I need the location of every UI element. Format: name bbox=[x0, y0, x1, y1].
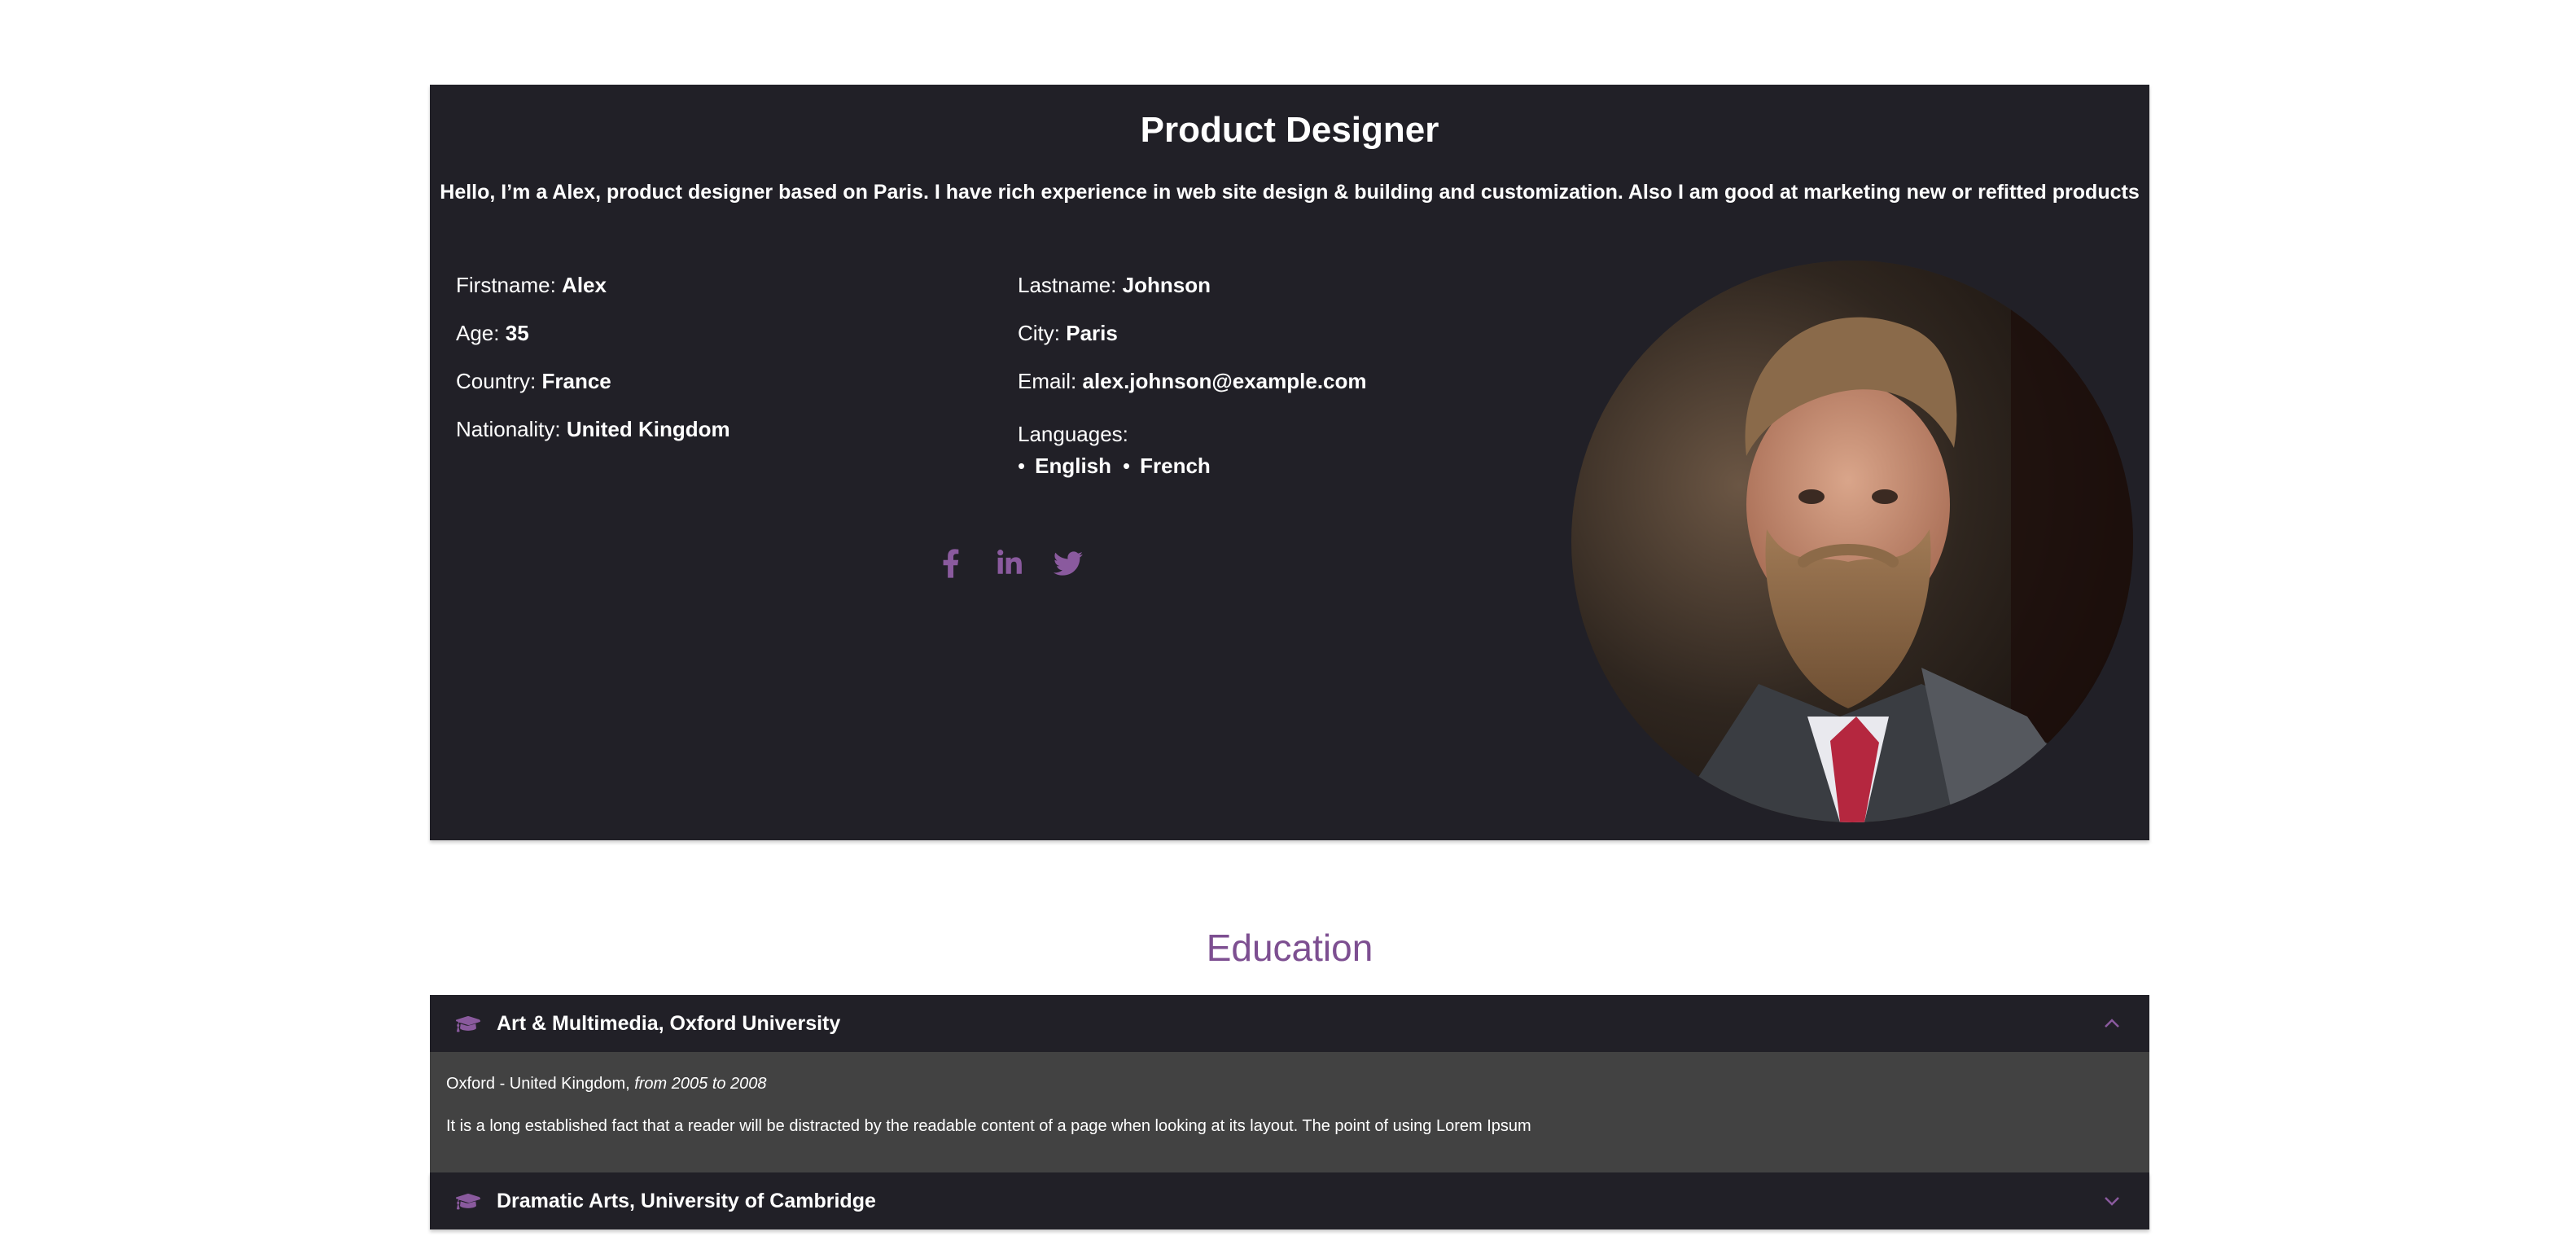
country-value: France bbox=[541, 369, 611, 393]
education-item-location-row: Oxford - United Kingdom, from 2005 to 20… bbox=[446, 1072, 2133, 1096]
info-column-middle: Lastname: Johnson City: Paris Email: ale… bbox=[1018, 270, 1555, 480]
education-accordion: Art & Multimedia, Oxford University Oxfo… bbox=[430, 995, 2149, 1229]
firstname-value: Alex bbox=[562, 273, 607, 297]
chevron-up-icon[interactable] bbox=[2101, 1012, 2123, 1035]
facebook-link[interactable] bbox=[930, 542, 972, 585]
email-label: Email: bbox=[1018, 369, 1077, 393]
twitter-icon bbox=[1054, 551, 1083, 576]
languages-label: Languages: bbox=[1018, 422, 1128, 446]
lastname-label: Lastname: bbox=[1018, 273, 1117, 297]
graduation-cap-icon bbox=[456, 1189, 480, 1213]
education-item-location: Oxford - United Kingdom, bbox=[446, 1075, 630, 1093]
age-row: Age: 35 bbox=[456, 318, 993, 348]
nationality-value: United Kingdom bbox=[566, 417, 730, 441]
linkedin-icon bbox=[997, 550, 1022, 574]
country-row: Country: France bbox=[456, 366, 993, 396]
education-item-title: Dramatic Arts, University of Cambridge bbox=[497, 1189, 876, 1212]
nationality-label: Nationality: bbox=[456, 417, 561, 441]
facebook-icon bbox=[943, 549, 959, 578]
twitter-link[interactable] bbox=[1047, 542, 1089, 585]
education-item-title: Art & Multimedia, Oxford University bbox=[497, 1011, 841, 1035]
education-item-period: from 2005 to 2008 bbox=[634, 1075, 767, 1093]
lastname-row: Lastname: Johnson bbox=[1018, 270, 1555, 300]
language-item: • English bbox=[1018, 454, 1112, 478]
languages-list: • English • French bbox=[1018, 451, 1555, 480]
nationality-row: Nationality: United Kingdom bbox=[456, 414, 993, 444]
intro-text: Hello, I’m a Alex, product designer base… bbox=[440, 181, 2140, 204]
language-english: English bbox=[1035, 454, 1112, 478]
firstname-row: Firstname: Alex bbox=[456, 270, 993, 300]
social-links bbox=[930, 542, 1089, 585]
info-column-left: Firstname: Alex Age: 35 Country: France … bbox=[456, 270, 993, 462]
graduation-cap-icon bbox=[456, 1011, 480, 1036]
language-item: • French bbox=[1123, 454, 1211, 478]
education-title: Education bbox=[1206, 927, 1373, 969]
education-item-header[interactable]: Dramatic Arts, University of Cambridge bbox=[430, 1172, 2149, 1229]
email-row: Email: alex.johnson@example.com bbox=[1018, 366, 1555, 396]
age-label: Age: bbox=[456, 321, 500, 345]
country-label: Country: bbox=[456, 369, 537, 393]
age-value: 35 bbox=[505, 321, 529, 345]
email-value[interactable]: alex.johnson@example.com bbox=[1082, 369, 1366, 393]
profile-photo bbox=[1571, 261, 2133, 822]
language-french: French bbox=[1140, 454, 1211, 478]
profile-hero: Product Designer Hello, I’m a Alex, prod… bbox=[430, 85, 2149, 840]
education-item-header[interactable]: Art & Multimedia, Oxford University bbox=[430, 995, 2149, 1052]
page-title: Product Designer bbox=[1140, 110, 1439, 150]
firstname-label: Firstname: bbox=[456, 273, 556, 297]
lastname-value: Johnson bbox=[1122, 273, 1211, 297]
city-row: City: Paris bbox=[1018, 318, 1555, 348]
languages-block: Languages: • English • French bbox=[1018, 419, 1555, 480]
chevron-down-icon[interactable] bbox=[2101, 1190, 2123, 1212]
city-label: City: bbox=[1018, 321, 1060, 345]
linkedin-link[interactable] bbox=[988, 542, 1031, 585]
education-item-body: Oxford - United Kingdom, from 2005 to 20… bbox=[430, 1052, 2149, 1172]
city-value: Paris bbox=[1066, 321, 1118, 345]
education-item-description: It is a long established fact that a rea… bbox=[446, 1117, 1531, 1135]
avatar bbox=[1571, 261, 2133, 822]
